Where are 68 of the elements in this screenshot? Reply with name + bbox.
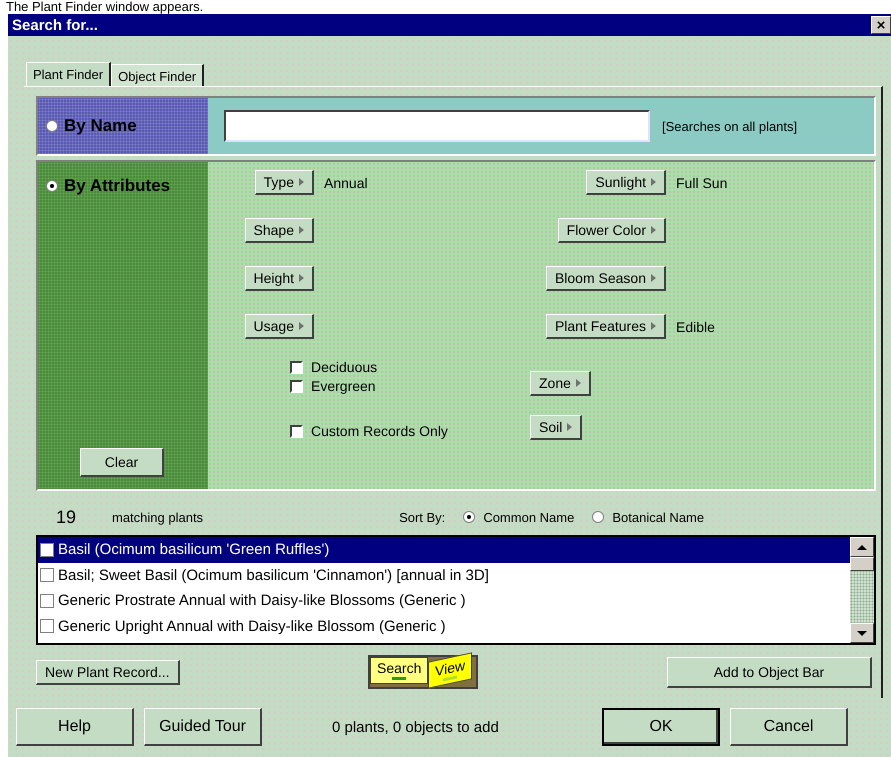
name-search-field[interactable] xyxy=(224,110,650,142)
radio-button[interactable] xyxy=(46,120,58,132)
sort-label: Sort By: xyxy=(399,510,446,524)
attribute-button[interactable]: Plant Features xyxy=(546,314,666,339)
arrow-icon xyxy=(567,423,572,431)
scrollbar-thumb[interactable] xyxy=(850,557,874,571)
add-to-object-bar-button[interactable]: Add to Object Bar xyxy=(666,656,872,688)
checkbox[interactable] xyxy=(40,619,54,634)
hint-text: [Searches on all plants] xyxy=(662,118,798,134)
match-label: matching plants xyxy=(112,510,204,524)
radio-button[interactable] xyxy=(46,180,58,192)
new-record-button[interactable]: New Plant Record... xyxy=(36,660,180,684)
scroll-down-icon[interactable] xyxy=(857,630,867,636)
footer-button[interactable]: Guided Tour xyxy=(144,708,262,746)
ok-button[interactable]: OK xyxy=(602,708,720,746)
scroll-up-icon[interactable] xyxy=(857,544,867,550)
status-text: 0 plants, 0 objects to add xyxy=(332,718,500,736)
match-count: 19 xyxy=(55,506,78,528)
attribute-button[interactable]: Height xyxy=(244,266,314,291)
radio-button[interactable] xyxy=(592,511,604,523)
attribute-button[interactable]: Usage xyxy=(244,314,314,339)
checkbox[interactable] xyxy=(40,542,54,557)
list-item[interactable]: Basil (Ocimum basilicum 'Green Ruffles') xyxy=(38,537,850,562)
cancel-button[interactable]: Cancel xyxy=(730,708,848,746)
close-button[interactable]: × xyxy=(871,16,891,34)
checkbox[interactable] xyxy=(290,380,303,392)
checkbox[interactable] xyxy=(290,360,303,374)
tab[interactable]: Object Finder xyxy=(111,64,204,86)
arrow-icon xyxy=(651,178,656,186)
radio-label: Botanical Name xyxy=(612,510,704,524)
arrow-icon xyxy=(299,178,304,186)
caption: The Plant Finder window appears. xyxy=(5,0,204,14)
list-item[interactable]: Generic Upright Annual with Daisy-like Blossom (Generic ) xyxy=(38,614,850,639)
arrow-icon xyxy=(651,274,656,282)
list-item[interactable]: Generic Prostrate Annual with Daisy-like Blossoms (Generic ) xyxy=(38,588,850,614)
checkbox-label: Evergreen xyxy=(311,378,376,394)
attribute-button[interactable]: Flower Color xyxy=(558,218,666,243)
clear-button[interactable]: Clear xyxy=(80,448,164,477)
attribute-button[interactable]: Sunlight xyxy=(586,170,666,195)
radio-button[interactable] xyxy=(463,511,476,523)
arrow-icon xyxy=(299,322,304,330)
checkbox[interactable] xyxy=(40,594,54,608)
arrow-icon xyxy=(299,274,304,282)
attribute-value: Edible xyxy=(675,318,716,334)
footer-button[interactable]: Help xyxy=(16,708,134,746)
list-item[interactable]: Basil; Sweet Basil (Ocimum basilicum 'Cinnamon') [annual in 3D] xyxy=(38,562,850,588)
attribute-value: Full Sun xyxy=(675,174,728,190)
attribute-button[interactable]: Type xyxy=(254,170,314,195)
arrow-icon xyxy=(576,379,581,387)
arrow-icon xyxy=(299,226,304,234)
attribute-button[interactable]: Zone xyxy=(530,371,591,396)
attribute-button[interactable]: Shape xyxy=(244,218,314,243)
attribute-button[interactable]: Soil xyxy=(530,415,582,440)
mode-tab[interactable]: Search xyxy=(370,657,428,684)
tab[interactable]: Plant Finder xyxy=(26,62,112,86)
window-title: Search for... xyxy=(12,16,98,34)
mode-tab[interactable]: View xyxy=(428,652,472,689)
radio-label: By Name xyxy=(64,116,137,136)
attribute-button[interactable]: Bloom Season xyxy=(546,266,666,291)
checkbox-label: Deciduous xyxy=(311,359,378,375)
radio-label: Common Name xyxy=(483,510,574,524)
arrow-icon xyxy=(651,322,656,330)
arrow-icon xyxy=(651,226,656,234)
checkbox[interactable] xyxy=(290,424,303,438)
checkbox[interactable] xyxy=(40,568,54,582)
checkbox-label: Custom Records Only xyxy=(311,423,448,439)
radio-label: By Attributes xyxy=(64,176,170,196)
attribute-value: Annual xyxy=(323,174,369,190)
